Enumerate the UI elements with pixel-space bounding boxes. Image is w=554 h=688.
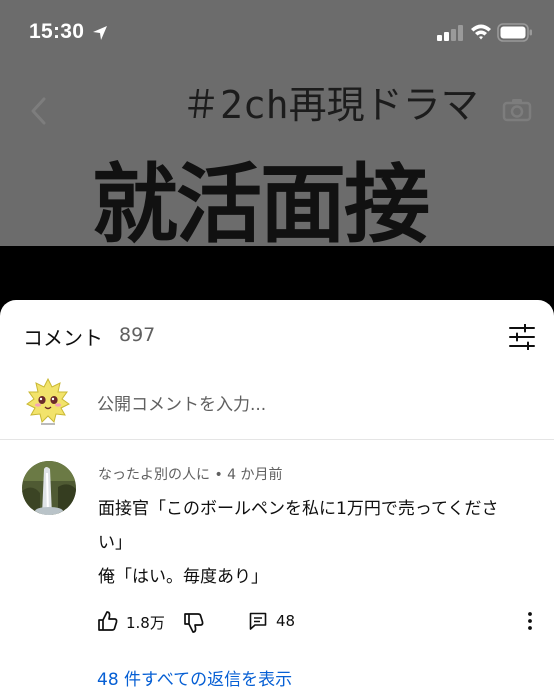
user-avatar-icon: [26, 377, 70, 425]
show-all-replies-link[interactable]: 48 件すべての返信を表示: [97, 665, 292, 688]
camera-icon[interactable]: [502, 98, 532, 122]
battery-icon: [497, 23, 532, 42]
cellular-signal-icon: [437, 25, 463, 41]
thumbs-down-icon[interactable]: [183, 612, 205, 634]
comments-header: コメント 897: [0, 300, 554, 372]
reply-count: 48: [276, 612, 296, 630]
comment-line: 面接官「このボールペンを私に1万円で売ってくださ: [98, 499, 499, 519]
reply-comment-icon[interactable]: [249, 612, 267, 630]
comments-panel: コメント 897 公開コメントを入力... なったよ別の人に • 4 か月前 面…: [0, 300, 554, 688]
comment-actions: 1.8万 48: [0, 605, 554, 637]
comment-meta: なったよ別の人に • 4 か月前: [98, 464, 283, 484]
comment-line: 俺「はい。毎度あり」: [98, 567, 268, 587]
back-chevron-icon[interactable]: [28, 96, 50, 126]
comment-body: 面接官「このボールペンを私に1万円で売ってくださ い」 俺「はい。毎度あり」: [98, 492, 528, 594]
comment-input-row[interactable]: 公開コメントを入力...: [0, 372, 554, 440]
status-time: 15:30: [29, 20, 85, 43]
like-count: 1.8万: [126, 614, 165, 632]
comment-input-field[interactable]: 公開コメントを入力...: [97, 390, 266, 415]
thumbs-up-icon[interactable]: [97, 610, 119, 632]
video-player[interactable]: ＃2ch再現ドラマ 就活面接 15:30: [0, 0, 554, 300]
location-arrow-icon: [93, 26, 107, 40]
video-hashtag-title: ＃2ch再現ドラマ: [182, 83, 479, 127]
more-options-icon[interactable]: [524, 610, 536, 632]
comment-item: なったよ別の人に • 4 か月前 面接官「このボールペンを私に1万円で売ってくだ…: [0, 440, 554, 688]
comments-title: コメント: [23, 326, 103, 350]
comments-count: 897: [119, 324, 156, 346]
commenter-avatar[interactable]: [22, 461, 76, 515]
status-bar: 15:30: [0, 0, 554, 66]
comment-line: い」: [98, 533, 132, 553]
video-main-title: 就活面接: [92, 155, 430, 255]
comment-time: 4 か月前: [227, 467, 283, 483]
wifi-icon: [471, 24, 491, 40]
sort-filter-icon[interactable]: [508, 324, 536, 350]
meta-separator: •: [214, 467, 228, 483]
comment-author[interactable]: なったよ別の人に: [98, 467, 210, 483]
